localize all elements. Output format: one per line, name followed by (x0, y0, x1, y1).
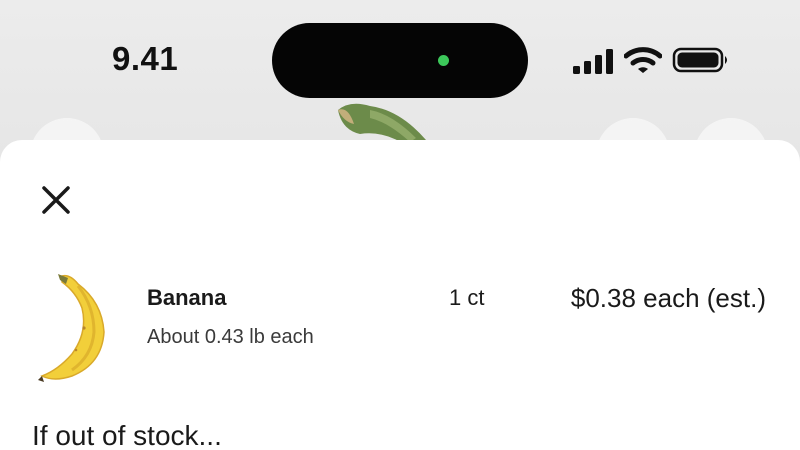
item-price: $0.38 each (est.) (570, 283, 766, 313)
item-name: Banana (147, 285, 227, 310)
cellular-signal-icon (573, 49, 613, 74)
phone-screen: 9.41 Banana About 0.43 lb each 1 ct $0.3… (0, 0, 800, 450)
item-quantity: 1 ct (449, 285, 485, 310)
status-icons (572, 44, 730, 74)
close-icon (42, 186, 70, 214)
out-of-stock-section-title: If out of stock... (32, 420, 222, 450)
item-detail-sheet: Banana About 0.43 lb each 1 ct $0.38 eac… (0, 140, 800, 450)
banana-image (38, 274, 105, 382)
battery-icon (672, 47, 727, 73)
camera-indicator (438, 55, 449, 66)
status-time: 9.41 (112, 40, 179, 77)
dynamic-island (272, 23, 528, 98)
wifi-icon (624, 47, 662, 73)
item-weight: About 0.43 lb each (147, 326, 314, 348)
close-button[interactable] (34, 178, 78, 222)
